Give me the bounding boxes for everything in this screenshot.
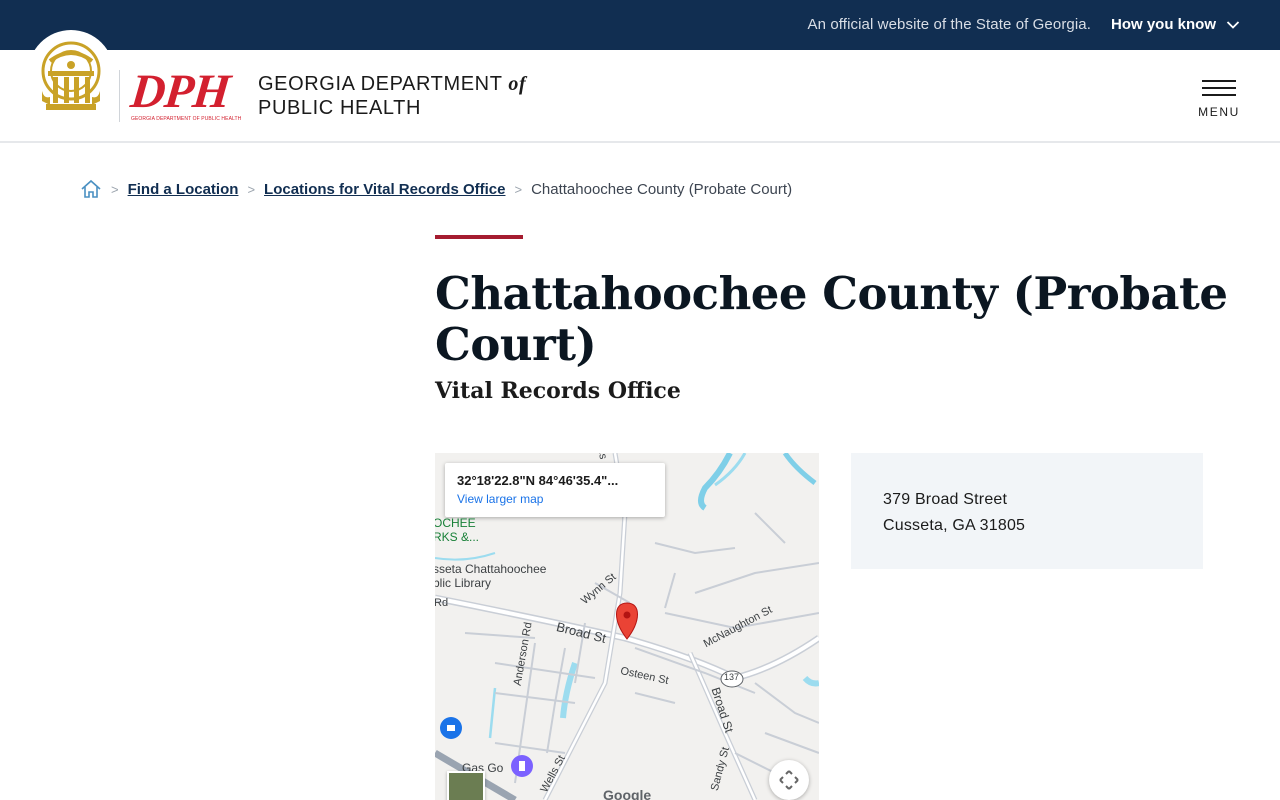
how-you-know-button[interactable]: How you know [1111, 16, 1240, 33]
address-line1: 379 Broad Street [883, 491, 1008, 508]
breadcrumb-current: Chattahoochee County (Probate Court) [531, 180, 793, 198]
site-header: DPH GEORGIA DEPARTMENT OF PUBLIC HEALTH … [0, 30, 1280, 143]
official-website-text: An official website of the State of Geor… [807, 16, 1091, 33]
official-banner: An official website of the State of Geor… [0, 0, 1280, 50]
logo-divider [119, 70, 120, 122]
satellite-toggle-thumbnail[interactable] [447, 771, 485, 800]
department-name-line2: PUBLIC HEALTH [258, 97, 422, 119]
map-label-park-2: RKS &... [435, 530, 480, 544]
menu-button[interactable]: MENU [1196, 78, 1242, 122]
hamburger-icon-bar [1202, 94, 1236, 96]
view-larger-map-link[interactable]: View larger map [457, 492, 653, 506]
breadcrumb-separator-icon: > [247, 181, 256, 197]
address-line2: Cusseta, GA 31805 [883, 517, 1026, 534]
map-label-library: sseta Chattahoochee [435, 562, 547, 576]
fullscreen-button[interactable] [769, 760, 809, 800]
georgia-seal-logo[interactable] [28, 30, 114, 116]
location-map[interactable]: 32°18'22.8"N 84°46'35.4"... View larger … [435, 453, 819, 800]
hamburger-icon [1202, 80, 1236, 82]
breadcrumb-separator-icon: > [111, 181, 119, 197]
department-name-of: of [508, 73, 527, 95]
home-icon[interactable] [80, 178, 102, 200]
page-subtitle: Vital Records Office [435, 378, 681, 404]
breadcrumb-separator-icon: > [514, 181, 523, 197]
map-label-route-137: 137 [724, 672, 740, 682]
breadcrumb: > Find a Location > Locations for Vital … [80, 178, 792, 200]
map-label-rd: Rd [435, 597, 449, 609]
dph-logo-letters: DPH [128, 65, 233, 118]
breadcrumb-find-location[interactable]: Find a Location [128, 181, 239, 198]
map-coordinates: 32°18'22.8"N 84°46'35.4"... [457, 473, 619, 488]
map-label-library-2: blic Library [435, 576, 492, 590]
title-accent-bar [435, 235, 523, 239]
department-name[interactable]: GEORGIA DEPARTMENT of PUBLIC HEALTH [258, 72, 526, 120]
page-title: Chattahoochee County (Probate Court) [435, 267, 1228, 371]
hamburger-icon-bar [1202, 87, 1236, 89]
menu-label: MENU [1198, 105, 1240, 119]
how-you-know-label: How you know [1111, 16, 1216, 33]
google-logo: Google [603, 787, 652, 800]
department-name-line1: GEORGIA DEPARTMENT [258, 73, 503, 95]
fullscreen-icon [779, 770, 799, 790]
dph-logo[interactable]: DPH GEORGIA DEPARTMENT OF PUBLIC HEALTH [128, 65, 243, 122]
address-card: 379 Broad Street Cusseta, GA 31805 [851, 453, 1203, 569]
state-seal-icon [41, 41, 101, 110]
breadcrumb-vital-records-locations[interactable]: Locations for Vital Records Office [264, 181, 505, 198]
chevron-down-icon [1226, 20, 1240, 29]
map-label-park: OCHEE [435, 516, 476, 530]
map-info-card: 32°18'22.8"N 84°46'35.4"... View larger … [445, 463, 665, 517]
